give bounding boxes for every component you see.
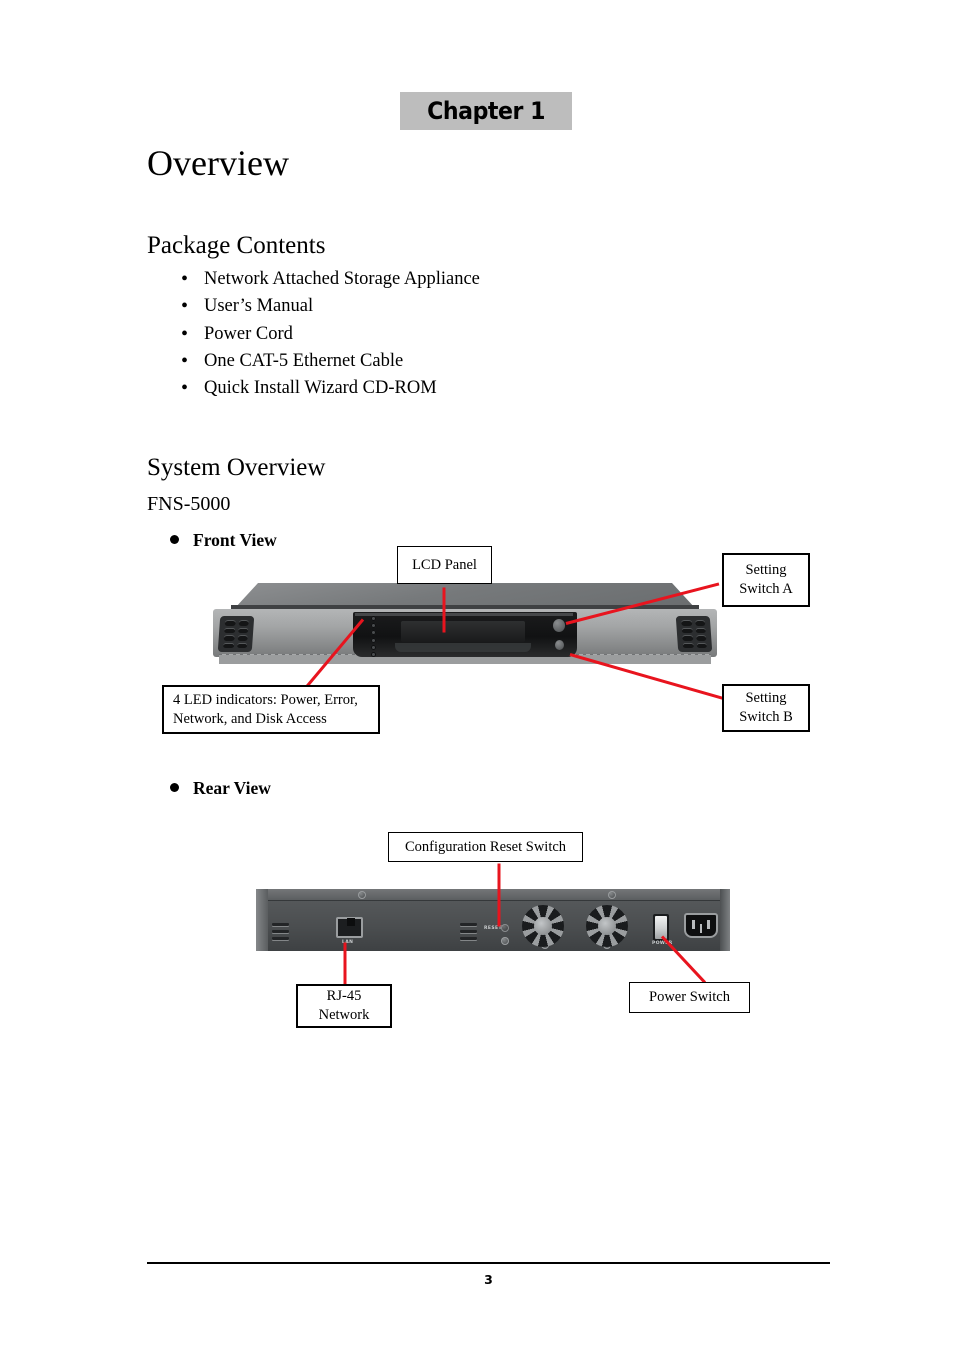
led-indicator [370,644,376,650]
vent-slots-left [272,923,289,941]
led-indicator [370,637,376,643]
list-item: • Quick Install Wizard CD-ROM [147,375,480,402]
screw-icon [501,937,509,945]
vent-grid [681,620,707,648]
chapter-banner: Chapter 1 [400,92,572,130]
fan-grille [586,905,628,947]
screw-icon [358,891,366,899]
callout-label-line1: Setting [745,562,787,578]
rear-view-device-illustration: LAN RESET POWER [256,889,730,951]
callout-lcd-panel: LCD Panel [397,546,492,584]
front-view-device-illustration [205,583,725,668]
callout-label-line2: Network [318,1007,370,1023]
screw-icon [608,891,616,899]
leader-line-rj45 [343,942,347,985]
package-contents-list: • Network Attached Storage Appliance • U… [147,266,480,402]
front-view-heading: Front View [170,530,277,551]
list-item-label: Quick Install Wizard CD-ROM [204,378,437,399]
callout-label-line2: Switch B [739,709,793,725]
rear-view-label: Rear View [193,778,271,798]
callout-setting-switch-b: Setting Switch B [722,684,810,732]
list-item: • Power Cord [147,321,480,348]
power-inlet-socket [684,913,718,938]
callout-setting-switch-a: Setting Switch A [722,553,810,607]
vent-grid [223,620,249,648]
footer-divider [147,1262,830,1264]
bullet-dot-icon [170,783,179,792]
package-contents-heading: Package Contents [147,232,326,259]
device-rear-right-bevel [720,889,730,951]
callout-label-line1: RJ-45 [326,988,362,1004]
callout-label-line1: 4 LED indicators: Power, Error, [173,691,358,708]
led-indicator [370,623,376,629]
list-item-label: One CAT-5 Ethernet Cable [204,350,404,371]
bullet-icon: • [181,349,189,372]
bullet-icon: • [181,295,189,318]
system-overview-heading: System Overview [147,454,326,481]
device-right-end-cap [675,616,713,652]
led-indicator [370,651,376,657]
lcd-panel [401,621,525,642]
bullet-icon: • [181,268,189,290]
bullet-icon: • [181,322,189,345]
callout-power-switch: Power Switch [629,982,750,1013]
list-item: • User’s Manual [147,293,480,320]
configuration-reset-switch[interactable] [501,924,509,932]
document-page: Chapter 1 Overview Package Contents • Ne… [0,0,954,1351]
callout-label: Configuration Reset Switch [404,838,567,855]
chapter-banner-label: Chapter 1 [427,97,545,125]
page-title: Overview [147,143,289,183]
led-indicator-column [369,616,377,657]
leader-line-lcd-panel [442,587,446,633]
model-name: FNS-5000 [147,493,231,515]
led-indicator [370,616,376,621]
callout-label-line1: Setting [745,690,787,706]
bullet-icon: • [181,377,189,400]
device-rear-left-bevel [256,889,268,951]
device-left-end-cap [217,616,255,652]
led-indicator [370,630,376,636]
callout-label-line2: Network, and Disk Access [173,710,327,727]
rear-view-heading: Rear View [170,778,271,799]
leader-line-configuration-reset [497,863,501,927]
list-item-label: User’s Manual [204,296,314,317]
callout-label-line2: Switch A [739,581,793,597]
fan-grille [522,905,564,947]
setting-switch-b[interactable] [555,640,564,650]
vent-slots-center [460,923,477,941]
list-item: • One CAT-5 Ethernet Cable [147,348,480,375]
callout-led-indicators: 4 LED indicators: Power, Error, Network,… [162,685,380,734]
callout-label: LCD Panel [412,556,477,573]
reset-button-label: RESET [484,926,502,931]
setting-switch-a[interactable] [553,619,565,632]
list-item-label: Power Cord [204,323,293,344]
bullet-dot-icon [170,535,179,544]
page-number: 3 [484,1272,493,1287]
callout-rj45-network: RJ-45 Network [296,984,392,1028]
device-bezel-highlight [355,613,573,616]
front-view-label: Front View [193,530,277,550]
list-item: • Network Attached Storage Appliance [147,266,480,293]
rj45-network-port [336,917,363,938]
callout-label: Power Switch [649,989,730,1005]
list-item-label: Network Attached Storage Appliance [204,269,480,289]
device-lcd-lip [395,643,531,652]
device-rear-top-strip [256,889,730,901]
callout-configuration-reset-switch: Configuration Reset Switch [388,832,583,862]
